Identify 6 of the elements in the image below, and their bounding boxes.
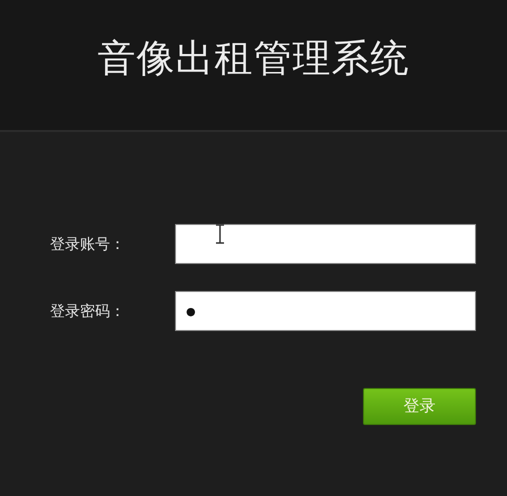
input-field[interactable]: ● (175, 291, 476, 331)
field-label: 登录账号： (50, 234, 126, 254)
app-title: 音像出租管理系统 (98, 34, 410, 82)
field-label: 登录密码： (50, 302, 126, 320)
text-cursor-icon (216, 224, 224, 244)
input-field[interactable] (175, 224, 476, 264)
